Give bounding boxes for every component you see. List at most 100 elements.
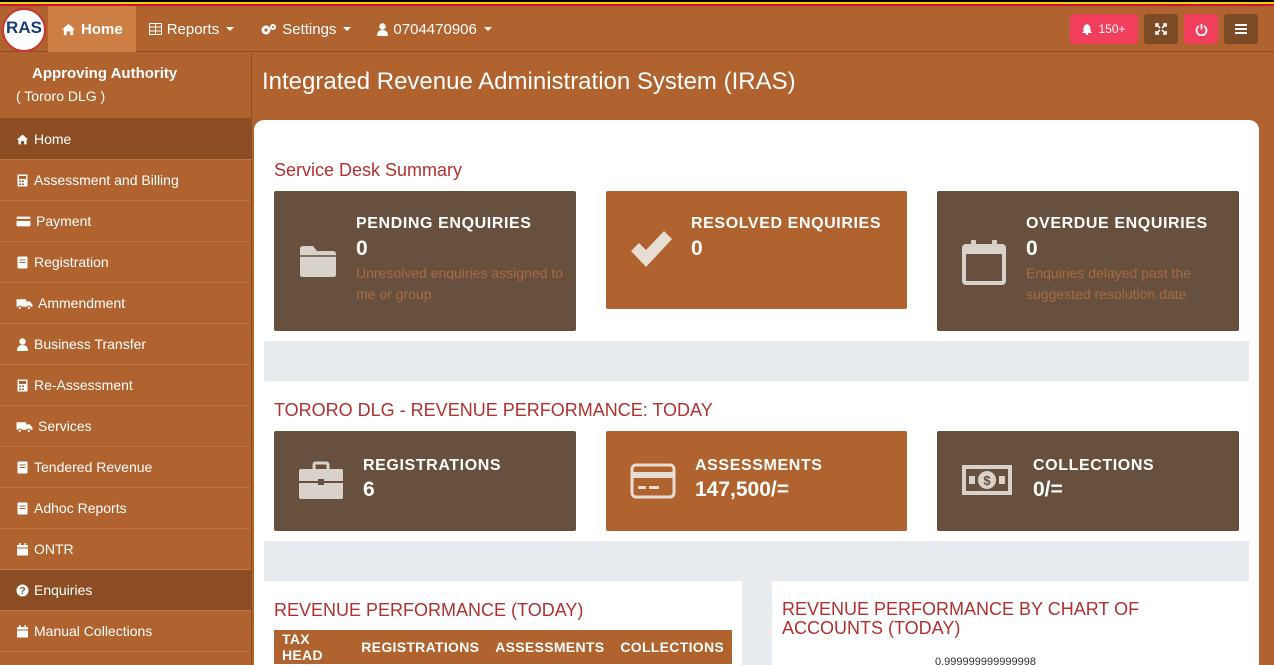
revenue-chart-title: REVENUE PERFORMANCE BY CHART OF ACCOUNTS… <box>782 599 1140 638</box>
sidebar-item-assessment[interactable]: Assessment and Billing <box>0 160 251 201</box>
sidebar-item-label: Assessment and Billing <box>34 172 179 188</box>
sidebar-item-home[interactable]: Home <box>0 119 251 160</box>
page-title: Integrated Revenue Administration System… <box>262 68 796 95</box>
card-value: 0 <box>691 237 703 260</box>
logout-button[interactable] <box>1184 14 1218 44</box>
sidebar-item-label: Re-Assessment <box>34 377 133 393</box>
resolved-enquiries-card[interactable]: RESOLVED ENQUIRIES 0 <box>606 191 907 309</box>
calendar-icon <box>17 624 28 637</box>
truck-icon <box>16 421 33 433</box>
sidebar-item-reassessment[interactable]: Re-Assessment <box>0 365 251 406</box>
svg-text:?: ? <box>19 586 25 597</box>
card-value: 0 <box>1026 237 1038 260</box>
sidebar-item-registration[interactable]: Registration <box>0 242 251 283</box>
fullscreen-button[interactable] <box>1144 14 1178 44</box>
svg-text:$: $ <box>983 473 991 488</box>
bell-icon <box>1082 23 1093 35</box>
card-title: ASSESSMENTS <box>695 457 823 474</box>
home-icon <box>16 134 29 144</box>
collections-card[interactable]: $ COLLECTIONS 0/= <box>937 431 1239 531</box>
credit-card-icon <box>630 463 676 499</box>
pending-enquiries-card[interactable]: PENDING ENQUIRIES 0 Unresolved enquiries… <box>274 191 576 331</box>
registrations-card[interactable]: REGISTRATIONS 6 <box>274 431 576 531</box>
sidebar-item-ontr[interactable]: ONTR <box>0 529 251 570</box>
card-description: Unresolved enquiries assigned to me or g… <box>356 265 564 302</box>
truck-icon <box>16 298 33 310</box>
calculator-icon <box>17 379 28 391</box>
sidebar-item-adhoc-reports[interactable]: Adhoc Reports <box>0 488 251 529</box>
sidebar-item-ammendment[interactable]: Ammendment <box>0 283 251 324</box>
calendar-icon <box>17 542 28 555</box>
table-icon <box>148 23 162 35</box>
home-icon <box>62 23 75 35</box>
sidebar-item-payment[interactable]: Payment <box>0 201 251 242</box>
menu-toggle-button[interactable] <box>1224 14 1258 44</box>
nav-reports-label: Reports <box>166 20 220 38</box>
sidebar-item-label: Adhoc Reports <box>34 500 127 516</box>
sidebar-title: Approving Authority <box>32 65 178 82</box>
chevron-down-icon <box>483 27 492 31</box>
sidebar-item-label: Home <box>34 131 72 147</box>
sidebar-header: Approving Authority ( Tororo DLG ) <box>0 53 251 119</box>
power-icon <box>1195 23 1207 36</box>
assessments-card[interactable]: ASSESSMENTS 147,500/= <box>606 431 907 531</box>
notifications-button[interactable]: 150+ <box>1070 14 1138 44</box>
book-icon <box>17 461 28 473</box>
book-icon <box>17 256 28 268</box>
sidebar-item-label: Ammendment <box>38 295 126 311</box>
revenue-table-header: TAX HEAD REGISTRATIONS ASSESSMENTS COLLE… <box>274 630 732 664</box>
revenue-performance-title: TORORO DLG - REVENUE PERFORMANCE: TODAY <box>274 400 713 420</box>
sidebar-item-manual-collections[interactable]: Manual Collections <box>0 611 251 652</box>
section-divider <box>264 541 1249 581</box>
sidebar: Approving Authority ( Tororo DLG ) Home … <box>0 53 252 665</box>
overdue-enquiries-card[interactable]: OVERDUE ENQUIRIES 0 Enquiries delayed pa… <box>937 191 1239 331</box>
sidebar-item-business-transfer[interactable]: Business Transfer <box>0 324 251 365</box>
card-value: 0/= <box>1033 478 1063 501</box>
sidebar-subtitle: ( Tororo DLG ) <box>16 88 106 104</box>
column-header[interactable]: TAX HEAD <box>274 631 353 663</box>
nav-settings[interactable]: Settings <box>247 6 364 52</box>
hamburger-icon <box>1235 24 1247 34</box>
column-header[interactable]: REGISTRATIONS <box>353 639 487 655</box>
card-title: PENDING ENQUIRIES <box>356 215 532 232</box>
card-value: 0 <box>356 237 368 260</box>
chevron-down-icon <box>343 27 352 31</box>
calculator-icon <box>17 174 28 186</box>
briefcase-icon <box>299 461 343 499</box>
gear-icon <box>261 23 277 34</box>
chevron-down-icon <box>226 27 235 31</box>
sidebar-item-label: Enquiries <box>34 582 93 598</box>
column-header[interactable]: ASSESSMENTS <box>487 639 612 655</box>
column-header[interactable]: COLLECTIONS <box>612 639 732 655</box>
main-content: Service Desk Summary PENDING ENQUIRIES 0… <box>254 120 1259 665</box>
nav-home[interactable]: Home <box>48 6 136 52</box>
sidebar-item-services[interactable]: Services <box>0 406 251 447</box>
nav-user[interactable]: 0704470906 <box>364 6 504 52</box>
main-nav: Home Reports Settings 0704470906 <box>48 6 505 52</box>
card-value: 6 <box>363 478 375 501</box>
nav-settings-label: Settings <box>282 20 337 38</box>
sidebar-item-label: Services <box>38 418 92 434</box>
sidebar-item-label: Manual Collections <box>34 623 153 639</box>
credit-card-icon <box>16 216 31 226</box>
sidebar-item-label: ONTR <box>34 541 74 557</box>
nav-user-label: 0704470906 <box>393 20 477 38</box>
revenue-chart-panel: REVENUE PERFORMANCE BY CHART OF ACCOUNTS… <box>772 581 1249 665</box>
notifications-count: 150+ <box>1098 22 1126 36</box>
question-icon: ? <box>16 584 29 597</box>
sidebar-item-tendered-revenue[interactable]: Tendered Revenue <box>0 447 251 488</box>
calendar-icon <box>962 240 1006 285</box>
card-title: RESOLVED ENQUIRIES <box>691 215 882 232</box>
card-value: 147,500/= <box>695 478 790 501</box>
nav-reports[interactable]: Reports <box>136 6 248 52</box>
sidebar-item-enquiries[interactable]: ? Enquiries <box>0 570 251 611</box>
sidebar-item-label: Tendered Revenue <box>34 459 153 475</box>
expand-icon <box>1155 23 1167 35</box>
section-divider <box>264 341 1249 381</box>
app-logo[interactable]: RAS <box>2 8 46 52</box>
book-icon <box>17 502 28 514</box>
top-right-actions: 150+ <box>1070 14 1274 44</box>
sidebar-item-label: Registration <box>34 254 109 270</box>
card-title: REGISTRATIONS <box>363 457 502 474</box>
sidebar-item-label: Business Transfer <box>34 336 147 352</box>
